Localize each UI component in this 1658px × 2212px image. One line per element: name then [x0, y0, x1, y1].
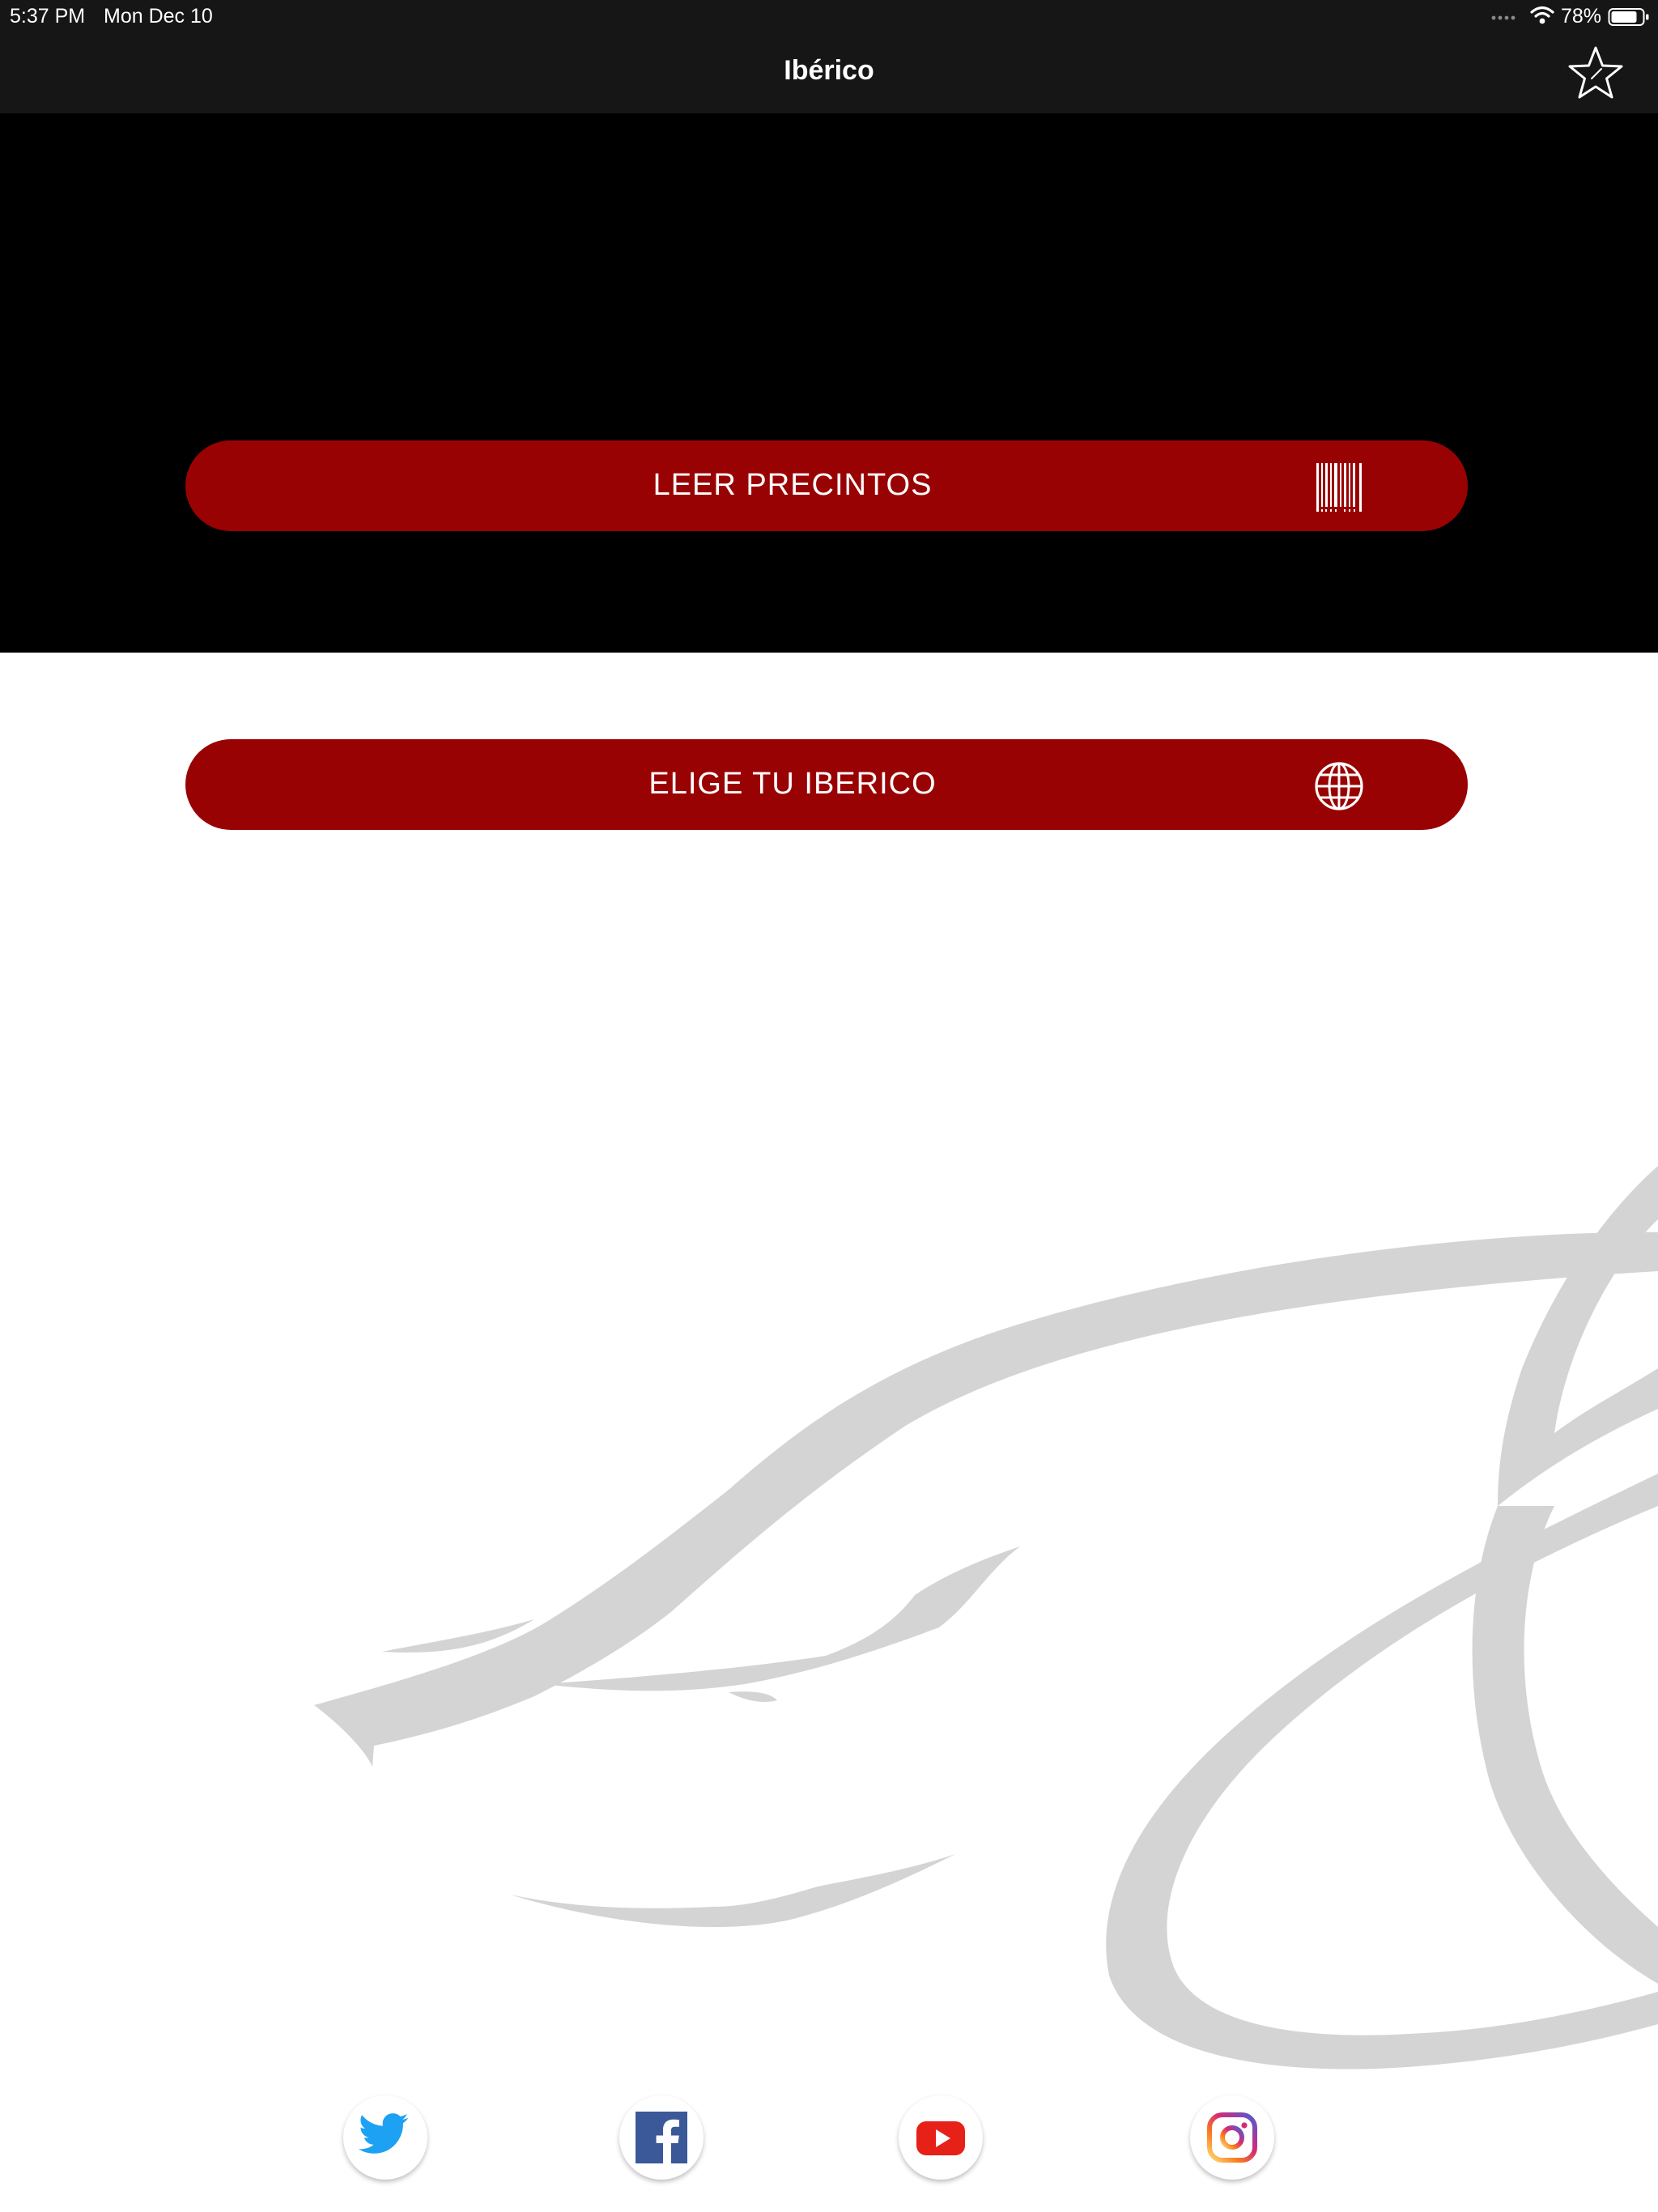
status-time: 5:37 PM	[10, 5, 86, 28]
star-icon[interactable]	[1564, 42, 1627, 105]
elige-tu-iberico-label: ELIGE TU IBERICO	[648, 767, 937, 801]
cellular-signal-icon	[1491, 15, 1516, 20]
facebook-button[interactable]	[619, 2095, 704, 2180]
leer-precintos-button[interactable]: LEER PRECINTOS	[185, 440, 1468, 531]
youtube-icon	[916, 2121, 965, 2155]
hero-banner	[0, 113, 1658, 653]
status-bar: 5:37 PM Mon Dec 10 78%	[0, 0, 1658, 34]
page-title: Ibérico	[784, 55, 874, 86]
instagram-icon	[1207, 2112, 1257, 2163]
navigation-bar: Ibérico	[0, 34, 1658, 114]
barcode-icon	[1316, 463, 1362, 512]
leer-precintos-label: LEER PRECINTOS	[653, 468, 933, 502]
elige-tu-iberico-button[interactable]: ELIGE TU IBERICO	[185, 739, 1468, 830]
status-date: Mon Dec 10	[104, 5, 213, 28]
youtube-button[interactable]	[899, 2095, 983, 2180]
facebook-icon	[636, 2112, 687, 2163]
twitter-icon	[358, 2113, 409, 2154]
battery-percentage: 78%	[1561, 5, 1602, 28]
instagram-button[interactable]	[1190, 2095, 1274, 2180]
twitter-button[interactable]	[343, 2095, 427, 2180]
pig-watermark-image	[314, 1166, 1658, 2069]
wifi-icon	[1530, 6, 1554, 24]
battery-icon	[1608, 8, 1649, 26]
globe-icon	[1315, 762, 1363, 810]
